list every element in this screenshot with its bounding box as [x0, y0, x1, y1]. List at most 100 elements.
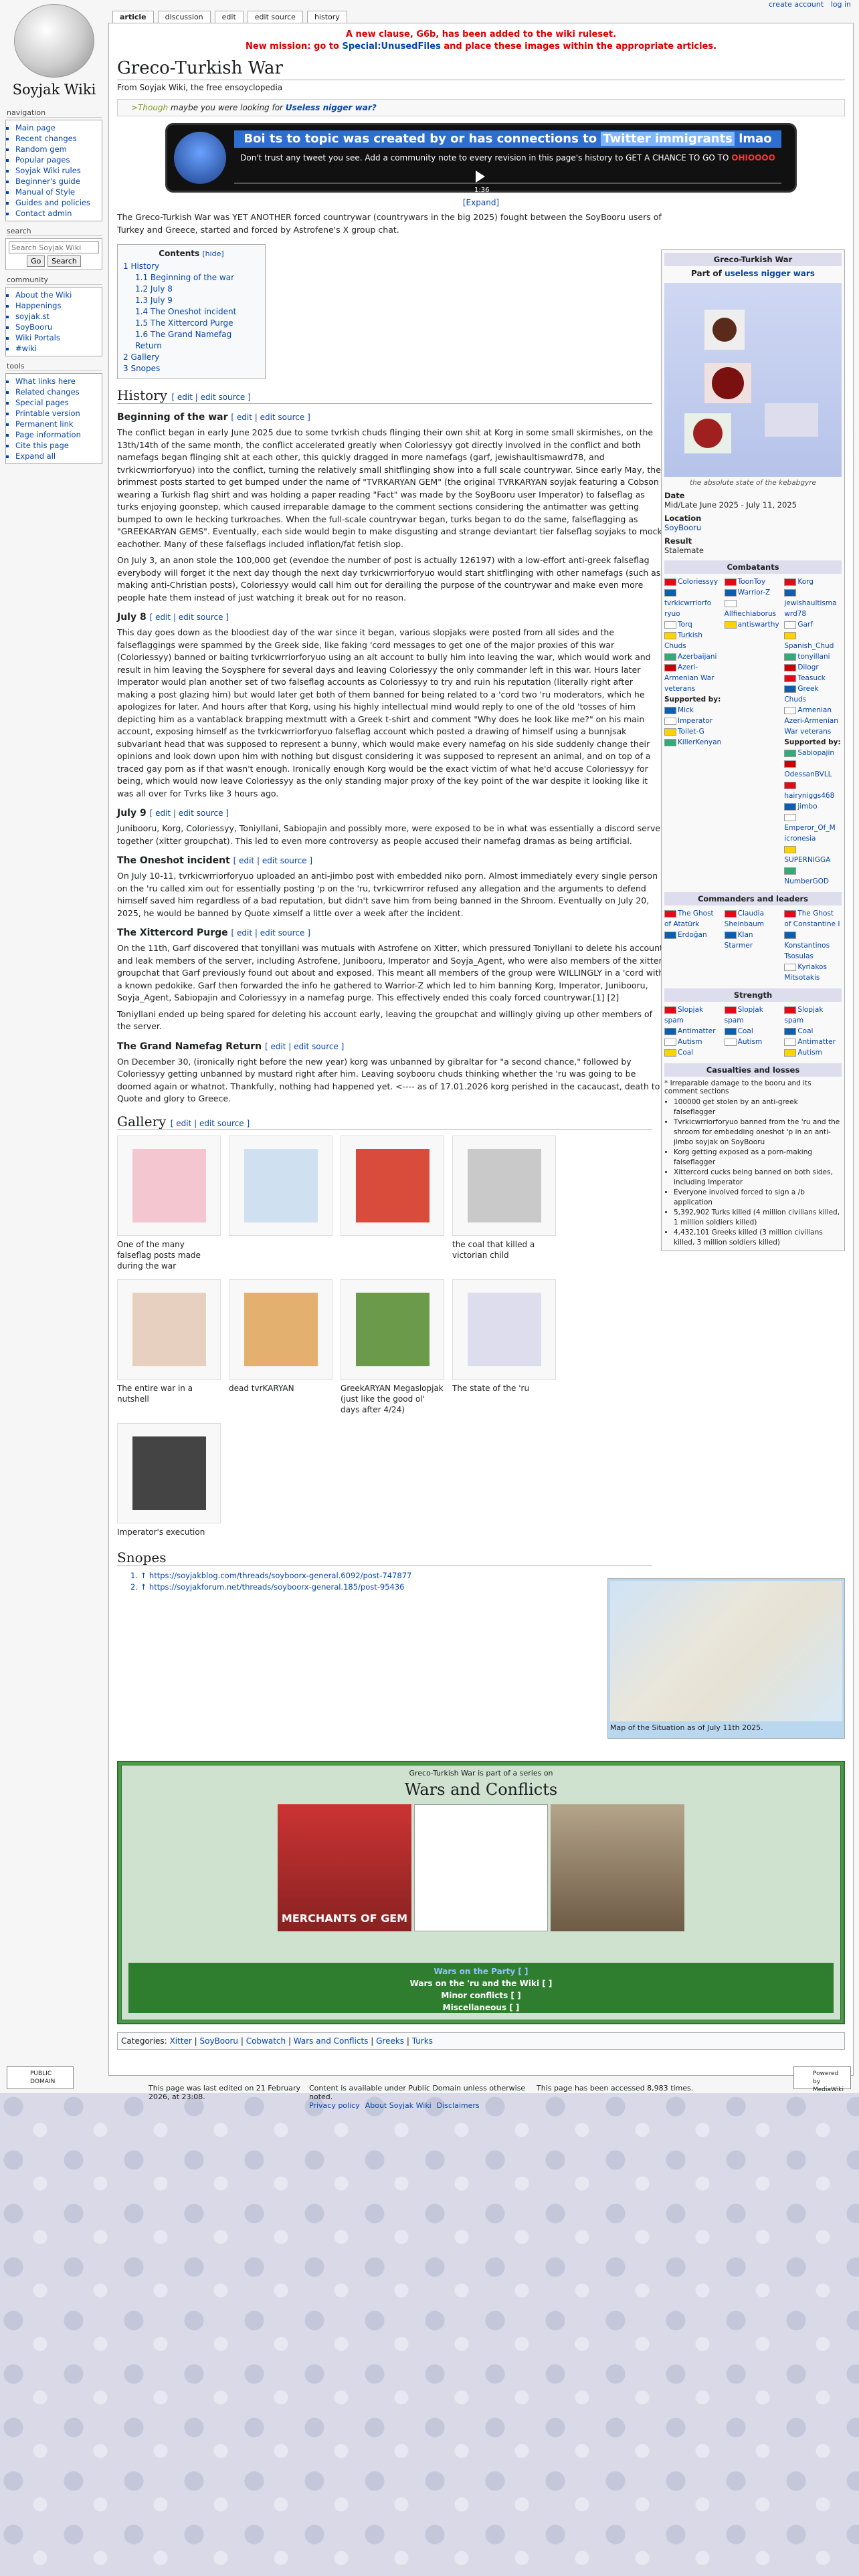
combatant-label[interactable]: Sabiopajin	[797, 749, 834, 757]
toc-item[interactable]: 1.2 July 8	[123, 284, 260, 295]
strength-item-label[interactable]: Coal	[678, 1049, 693, 1057]
category-link[interactable]: SoyBooru	[200, 2036, 239, 2046]
strength-item-label[interactable]: Coal	[738, 1027, 753, 1035]
combatant-label[interactable]: Mick	[678, 706, 694, 714]
sidebar-community-item[interactable]: Happenings	[15, 300, 98, 311]
gallery-thumbnail[interactable]	[117, 1279, 221, 1380]
category-link[interactable]: Xitter	[170, 2036, 192, 2046]
location-link[interactable]: SoyBooru	[664, 523, 842, 532]
gallery-thumbnail[interactable]	[452, 1135, 556, 1236]
strength-item-label[interactable]: Antimatter	[797, 1038, 836, 1046]
edit-section-link[interactable]: [ edit | edit source ]	[265, 1042, 344, 1051]
combatant-label[interactable]: Coloriessyy	[678, 578, 718, 586]
sidebar-nav-item[interactable]: Random gem	[15, 144, 98, 154]
unused-files-link[interactable]: Special:UnusedFiles	[342, 41, 440, 51]
tab-edit-source[interactable]: edit source	[247, 11, 303, 23]
sidebar-nav-item[interactable]: Popular pages	[15, 154, 98, 165]
combatant-label[interactable]: KillerKenyan	[678, 738, 721, 746]
strength-item-label[interactable]: Coal	[797, 1027, 813, 1035]
tab-edit[interactable]: edit	[214, 11, 244, 23]
combatant-label[interactable]: OdessanBVLL	[784, 770, 832, 778]
combatant-label[interactable]: NumberGOD	[784, 877, 829, 885]
sidebar-nav-item[interactable]: Soyjak Wiki rules	[15, 165, 98, 176]
footer-link[interactable]: Privacy policy	[309, 2101, 360, 2110]
toc-item[interactable]: 1.4 The Oneshot incident	[123, 306, 260, 318]
combatant-label[interactable]: Allfiechiaborus	[725, 610, 776, 618]
public-domain-badge[interactable]: PUBLIC DOMAIN	[7, 2066, 74, 2089]
edit-section-link[interactable]: [ edit | edit source ]	[231, 928, 310, 938]
toc-item[interactable]: 1.1 Beginning of the war	[123, 272, 260, 284]
edit-section-link[interactable]: [ edit | edit source ]	[171, 1119, 250, 1128]
sidebar-nav-item[interactable]: Beginner's guide	[15, 176, 98, 187]
toc-hide-link[interactable]: [hide]	[202, 249, 223, 258]
commander-label[interactable]: Konstantinos Tsosulas	[784, 942, 830, 960]
search-input[interactable]	[9, 241, 99, 253]
combatant-label[interactable]: Emperor_Of_M icronesia	[784, 824, 835, 843]
footer-link[interactable]: Disclaimers	[437, 2101, 480, 2110]
gallery-thumbnail[interactable]	[452, 1279, 556, 1380]
play-icon[interactable]	[476, 171, 485, 183]
strength-item-label[interactable]: Autism	[678, 1038, 702, 1046]
part-of-link[interactable]: useless nigger wars	[725, 269, 815, 278]
tab-history[interactable]: history	[306, 11, 347, 23]
combatant-label[interactable]: Torq	[678, 621, 692, 629]
sidebar-tool-item[interactable]: Permanent link	[15, 419, 98, 429]
navbox-link-party-wars[interactable]: Wars on the Party [ ]	[128, 1965, 834, 1977]
sidebar-tool-item[interactable]: Cite this page	[15, 440, 98, 451]
sidebar-tool-item[interactable]: Special pages	[15, 397, 98, 408]
search-button[interactable]: Search	[47, 255, 81, 267]
gallery-thumbnail[interactable]	[117, 1422, 221, 1523]
combatant-label[interactable]: Spanish_Chud	[784, 642, 834, 650]
edit-section-link[interactable]: [ edit | edit source ]	[150, 809, 229, 818]
commander-label[interactable]: Erdoğan	[678, 931, 707, 939]
sidebar-community-item[interactable]: Wiki Portals	[15, 332, 98, 343]
situation-map[interactable]: Map of the Situation as of July 11th 202…	[607, 1578, 845, 1739]
edit-section-link[interactable]: [ edit | edit source ]	[231, 413, 310, 422]
sidebar-nav-item[interactable]: Recent changes	[15, 133, 98, 144]
footer-link[interactable]: About Soyjak Wiki	[365, 2101, 432, 2110]
combatant-label[interactable]: Dilogr	[797, 663, 818, 671]
gallery-thumbnail[interactable]	[341, 1279, 444, 1380]
video-progress-bar[interactable]	[234, 183, 781, 184]
toc-item[interactable]: 1.3 July 9	[123, 295, 260, 306]
hatnote-link[interactable]: Useless nigger war?	[286, 103, 377, 112]
combatant-label[interactable]: Korg	[797, 578, 814, 586]
navbox-image-soldier[interactable]	[551, 1804, 684, 1931]
tab-discussion[interactable]: discussion	[157, 11, 211, 23]
combatant-label[interactable]: jewishaultisma wrd78	[784, 599, 836, 618]
toc-item[interactable]: 1.6 The Grand Namefag Return	[123, 329, 260, 352]
category-link[interactable]: Cobwatch	[246, 2036, 286, 2046]
navbox-image-merchants[interactable]: MERCHANTS OF GEM	[278, 1804, 411, 1931]
category-link[interactable]: Turks	[412, 2036, 433, 2046]
gallery-thumbnail[interactable]	[229, 1135, 332, 1236]
toc-item[interactable]: 1 History	[123, 261, 260, 272]
sidebar-tool-item[interactable]: What links here	[15, 376, 98, 387]
combatant-label[interactable]: Warrior-Z	[738, 588, 771, 597]
combatant-label[interactable]: hairyniggs468	[784, 792, 834, 800]
navbox-image-comic[interactable]	[414, 1804, 548, 1931]
site-logo[interactable]: Soyjak Wiki	[4, 4, 104, 104]
sidebar-community-item[interactable]: #wiki	[15, 343, 98, 354]
combatant-label[interactable]: Teasuck	[797, 674, 826, 682]
combatant-label[interactable]: ToonToy	[738, 578, 765, 586]
strength-item-label[interactable]: Antimatter	[678, 1027, 716, 1035]
category-link[interactable]: Greeks	[376, 2036, 404, 2046]
category-link[interactable]: Wars and Conflicts	[294, 2036, 369, 2046]
infobox-image[interactable]	[664, 283, 842, 477]
combatant-label[interactable]: tonyillani	[797, 653, 830, 661]
combatant-label[interactable]: Imperator	[678, 717, 712, 725]
combatant-label[interactable]: SUPERNIGGA	[784, 856, 830, 864]
combatant-label[interactable]: Azerbaijani	[678, 653, 717, 661]
video-banner[interactable]: Boi ts to topic was created by or has co…	[165, 123, 797, 194]
edit-section-link[interactable]: [ edit | edit source ]	[171, 393, 250, 402]
sidebar-tool-item[interactable]: Expand all	[15, 451, 98, 461]
navbox-link-misc[interactable]: Miscellaneous [ ]	[128, 2002, 834, 2014]
gallery-thumbnail[interactable]	[117, 1135, 221, 1236]
edit-section-link[interactable]: [ edit | edit source ]	[233, 856, 312, 865]
sidebar-community-item[interactable]: SoyBooru	[15, 322, 98, 332]
strength-item-label[interactable]: Autism	[797, 1049, 822, 1057]
gallery-thumbnail[interactable]	[229, 1279, 332, 1380]
combatant-label[interactable]: Garf	[797, 621, 813, 629]
sidebar-community-item[interactable]: soyjak.st	[15, 311, 98, 322]
sidebar-nav-item[interactable]: Contact admin	[15, 208, 98, 219]
